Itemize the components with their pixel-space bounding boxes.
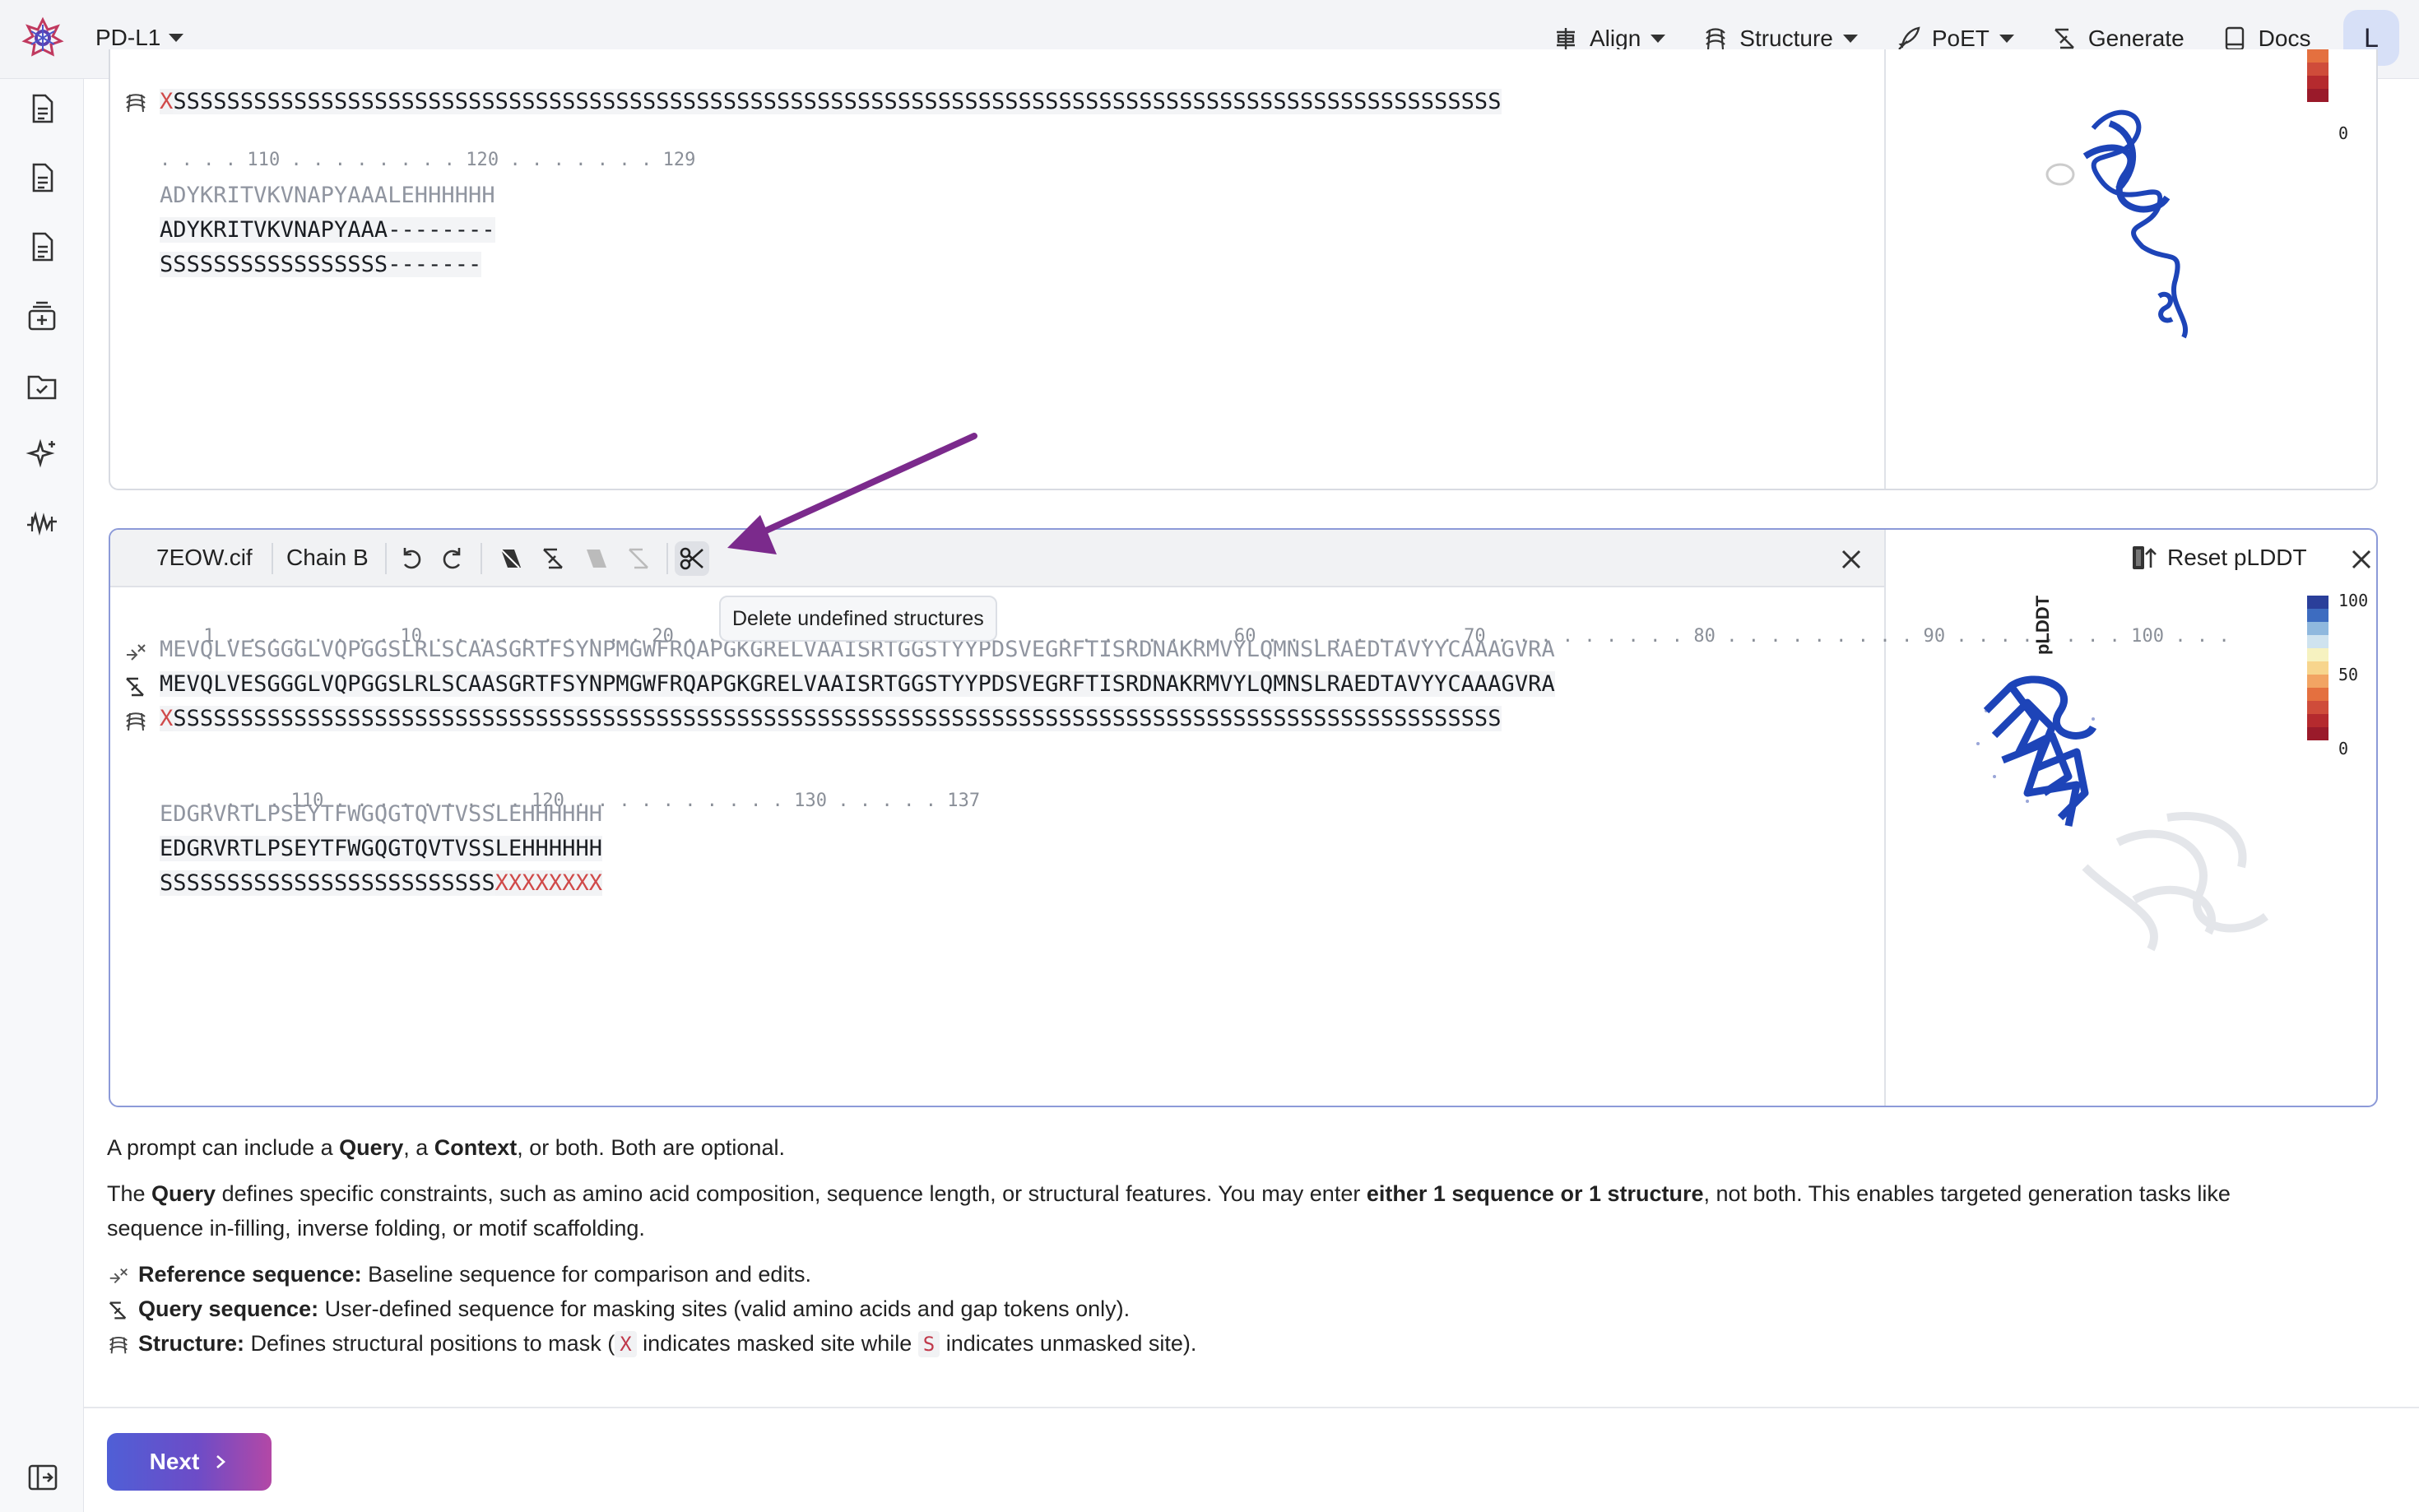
folder-check-icon[interactable] xyxy=(26,369,58,401)
collapse-sidebar-icon[interactable] xyxy=(26,1461,59,1494)
prompt-panel-1: XSSSSSSSSSSSSSSSSSSSSSSSSSSSSSSSSSSSSSSS… xyxy=(109,49,2378,490)
query-legend-item: Query sequence: User-defined sequence fo… xyxy=(107,1292,1130,1326)
close-icon[interactable] xyxy=(2347,545,2376,574)
legend-swatch xyxy=(2307,596,2328,609)
structure-icon xyxy=(123,709,148,734)
file-name: 7EOW.cif xyxy=(156,545,253,570)
project-selector[interactable]: PD-L1 xyxy=(95,23,184,53)
mask-structure-button xyxy=(579,541,614,576)
sequence-fill-icon xyxy=(500,549,521,568)
reset-plddt-icon xyxy=(2133,546,2157,569)
plddt-legend xyxy=(2307,596,2328,740)
scissors-icon xyxy=(680,547,703,570)
project-name: PD-L1 xyxy=(95,25,161,50)
legend-swatch xyxy=(2307,622,2328,635)
query-sequence-row[interactable]: MEVQLVESGGGLVQPGGSLRLSCAASGRTFSYNPMGWFRQ… xyxy=(160,671,1555,697)
chevron-down-icon xyxy=(169,34,184,42)
document-icon[interactable] xyxy=(26,92,58,125)
position-ruler: . . . . 110 . . . . . . . . 120 . . . . … xyxy=(160,150,696,170)
reference-sequence-row: EDGRVRTLPSEYTFWGQGTQVTVSSLEHHHHHH xyxy=(160,801,603,827)
reference-icon xyxy=(123,640,148,665)
structure-row[interactable]: SSSSSSSSSSSSSSSSSSSSSSSSSXXXXXXXX xyxy=(160,870,603,896)
structure-row[interactable]: XSSSSSSSSSSSSSSSSSSSSSSSSSSSSSSSSSSSSSSS… xyxy=(160,89,1502,114)
reference-sequence-row: ADYKRITVKVNAPYAAALEHHHHHH xyxy=(160,183,495,208)
legend-swatch xyxy=(2307,635,2328,648)
left-sidebar xyxy=(0,79,84,1512)
legend-swatch xyxy=(2307,714,2328,727)
legend-label: 50 xyxy=(2338,665,2359,684)
mask-sequence-button[interactable] xyxy=(494,541,528,576)
toolbar-divider xyxy=(481,543,482,574)
toolbar-divider xyxy=(666,543,668,574)
legend-label: 100 xyxy=(2338,591,2369,610)
reset-plddt-button[interactable]: Reset pLDDT xyxy=(2129,543,2307,573)
legend-title: pLDDT xyxy=(2032,595,2053,655)
document-icon[interactable] xyxy=(26,230,58,263)
plddt-legend xyxy=(2307,49,2328,102)
legend-swatch xyxy=(2307,609,2328,622)
legend-label: 0 xyxy=(2338,123,2349,143)
footer-divider xyxy=(84,1407,2419,1408)
structure-fill-icon xyxy=(587,550,606,568)
structure-legend-item: Structure: Defines structural positions … xyxy=(107,1326,1196,1361)
sparkle-icon[interactable] xyxy=(26,438,58,471)
chevron-down-icon xyxy=(1651,35,1666,43)
chain-selector[interactable]: Chain B xyxy=(286,545,369,571)
query-description-continued: sequence in-filling, inverse folding, or… xyxy=(107,1216,645,1241)
structure-toolbar: 7EOW.cif Chain B xyxy=(110,530,1884,587)
query-description: The Query defines specific constraints, … xyxy=(107,1181,2231,1206)
query-icon xyxy=(109,1301,127,1320)
unmask-sequence-button[interactable] xyxy=(536,541,571,576)
poet-icon xyxy=(1898,26,1920,50)
panel-divider xyxy=(1884,49,1886,489)
align-icon xyxy=(1557,28,1575,49)
redo-icon xyxy=(443,548,461,569)
tooltip: Delete undefined structures xyxy=(719,596,997,642)
protein-structure-view[interactable] xyxy=(2003,49,2332,346)
query-sequence-row[interactable]: ADYKRITVKVNAPYAAA-------- xyxy=(160,217,495,243)
reference-legend-item: Reference sequence: Baseline sequence fo… xyxy=(107,1257,811,1292)
legend-swatch xyxy=(2307,675,2328,688)
chevron-down-icon xyxy=(1842,35,1858,43)
query-sequence-row[interactable]: EDGRVRTLPSEYTFWGQGTQVTVSSLEHHHHHH xyxy=(160,836,603,861)
structure-outline-icon xyxy=(629,548,648,569)
structure-icon xyxy=(1706,28,1726,50)
legend-swatch xyxy=(2307,661,2328,675)
delete-undefined-structures-button[interactable] xyxy=(675,541,709,576)
toolbar-divider xyxy=(272,543,273,574)
query-icon xyxy=(123,675,148,699)
structure-icon xyxy=(123,90,148,115)
prompt-panel-2: 7EOW.cif Chain B 1 . . . . . . . . 10 . … xyxy=(109,528,2378,1107)
document-icon[interactable] xyxy=(26,161,58,194)
docs-icon xyxy=(2225,26,2244,51)
add-library-icon[interactable] xyxy=(26,299,58,332)
close-icon[interactable] xyxy=(1836,545,1866,574)
waveform-icon[interactable] xyxy=(26,507,58,540)
structure-row[interactable]: XSSSSSSSSSSSSSSSSSSSSSSSSSSSSSSSSSSSSSSS… xyxy=(160,706,1502,731)
generate-icon xyxy=(2055,28,2074,49)
unmask-structure-button xyxy=(622,541,657,576)
next-button[interactable]: Next xyxy=(107,1433,272,1491)
chevron-right-icon xyxy=(216,1455,226,1468)
app-logo-icon[interactable] xyxy=(21,16,64,59)
undo-icon xyxy=(403,548,421,569)
sequence-outline-icon xyxy=(543,548,563,569)
reference-icon xyxy=(109,1268,128,1283)
structure-row[interactable]: SSSSSSSSSSSSSSSSS------- xyxy=(160,252,482,277)
legend-swatch xyxy=(2307,701,2328,714)
legend-swatch xyxy=(2307,648,2328,661)
undo-button[interactable] xyxy=(393,541,428,576)
chevron-down-icon xyxy=(1999,35,2014,43)
legend-label: 0 xyxy=(2338,739,2349,758)
redo-button[interactable] xyxy=(436,541,471,576)
legend-swatch xyxy=(2307,688,2328,701)
legend-swatch xyxy=(2307,727,2328,740)
toolbar-divider xyxy=(385,543,387,574)
structure-icon xyxy=(109,1336,128,1354)
prompt-description: A prompt can include a Query, a Context,… xyxy=(107,1135,785,1160)
